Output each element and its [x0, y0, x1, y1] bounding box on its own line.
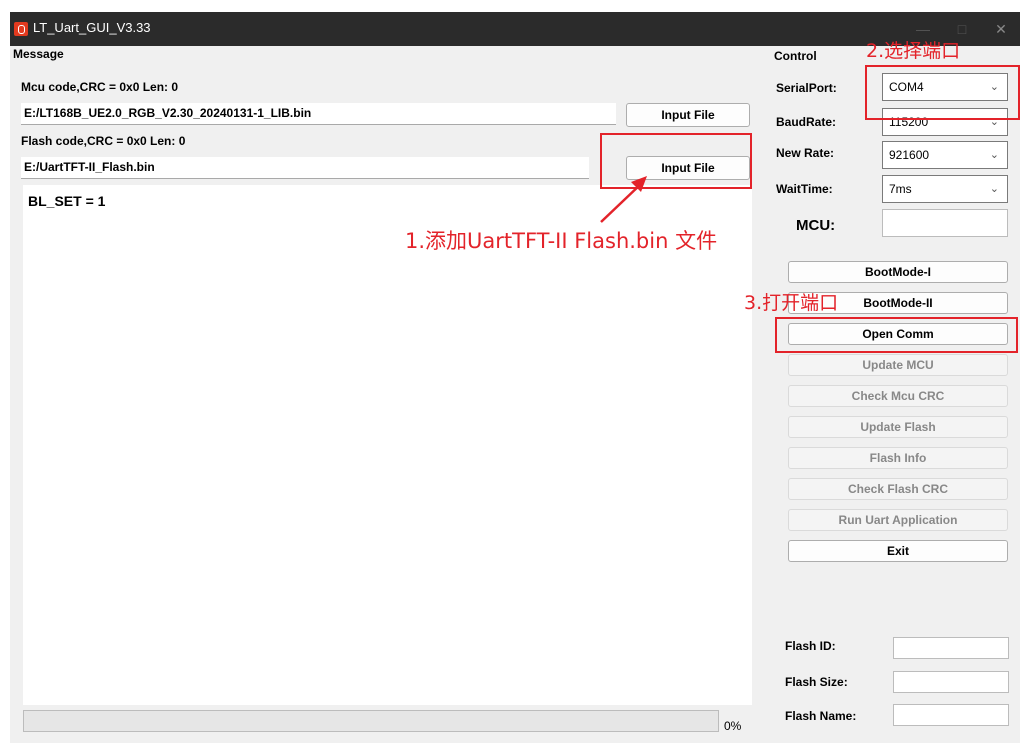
- new-rate-label: New Rate:: [776, 146, 835, 160]
- annotation-step3: 3.打开端口: [744, 292, 839, 314]
- annotation-box-serial-port: [865, 65, 1020, 120]
- message-log[interactable]: BL_SET = 1: [23, 185, 752, 705]
- chevron-down-icon: ⌄: [989, 183, 999, 195]
- mcu-file-path-input[interactable]: E:/LT168B_UE2.0_RGB_V2.30_20240131-1_LIB…: [21, 103, 616, 125]
- annotation-step2: 2.选择端口: [866, 40, 961, 62]
- mcu-field[interactable]: [882, 209, 1008, 237]
- progress-percent: 0%: [724, 719, 742, 733]
- mcu-code-info: Mcu code,CRC = 0x0 Len: 0: [21, 80, 179, 94]
- wait-time-label: WaitTime:: [776, 182, 833, 196]
- run-uart-application-button[interactable]: Run Uart Application: [788, 509, 1008, 531]
- wait-time-select[interactable]: 7ms ⌄: [882, 175, 1008, 203]
- flash-name-label: Flash Name:: [785, 709, 857, 723]
- new-rate-select[interactable]: 921600 ⌄: [882, 141, 1008, 169]
- control-section-label: Control: [774, 49, 817, 63]
- flash-name-field[interactable]: [893, 704, 1009, 726]
- close-icon[interactable]: ✕: [986, 17, 1016, 41]
- check-mcu-crc-button[interactable]: Check Mcu CRC: [788, 385, 1008, 407]
- annotation-box-open-comm: [775, 317, 1018, 353]
- mcu-input-file-button[interactable]: Input File: [626, 103, 750, 127]
- log-text: BL_SET = 1: [28, 193, 106, 209]
- annotation-arrow-icon: [600, 176, 647, 223]
- mcu-label: MCU:: [796, 217, 836, 234]
- flash-code-info: Flash code,CRC = 0x0 Len: 0: [21, 134, 186, 148]
- update-mcu-button[interactable]: Update MCU: [788, 354, 1008, 376]
- bootmode-1-button[interactable]: BootMode-I: [788, 261, 1008, 283]
- new-rate-value: 921600: [889, 148, 930, 162]
- app-logo-icon: [14, 22, 28, 36]
- flash-size-field[interactable]: [893, 671, 1009, 693]
- flash-size-label: Flash Size:: [785, 675, 848, 689]
- flash-info-button[interactable]: Flash Info: [788, 447, 1008, 469]
- flash-file-path-input[interactable]: E:/UartTFT-II_Flash.bin: [21, 157, 589, 179]
- annotation-step1: 1.添加UartTFT-II Flash.bin 文件: [405, 229, 718, 253]
- check-flash-crc-button[interactable]: Check Flash CRC: [788, 478, 1008, 500]
- app-window: LT_Uart_GUI_V3.33 — □ ✕ Message Mcu code…: [10, 12, 1020, 743]
- serial-port-label: SerialPort:: [776, 81, 837, 95]
- flash-id-label: Flash ID:: [785, 639, 836, 653]
- baud-rate-label: BaudRate:: [776, 115, 837, 129]
- flash-id-field[interactable]: [893, 637, 1009, 659]
- update-flash-button[interactable]: Update Flash: [788, 416, 1008, 438]
- exit-button[interactable]: Exit: [788, 540, 1008, 562]
- chevron-down-icon: ⌄: [989, 149, 999, 161]
- message-section-label: Message: [13, 47, 64, 61]
- window-title: LT_Uart_GUI_V3.33: [33, 20, 151, 35]
- progress-bar: [23, 710, 719, 732]
- wait-time-value: 7ms: [889, 182, 912, 196]
